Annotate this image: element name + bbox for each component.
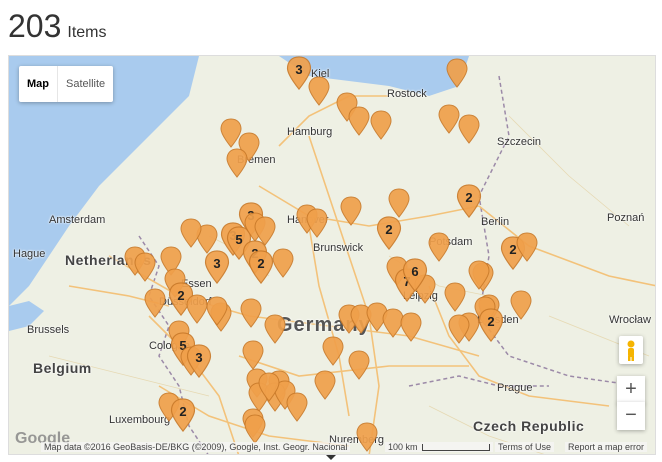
city-label: Hamburg	[287, 126, 333, 138]
map-marker[interactable]	[313, 370, 337, 400]
map-type-satellite-button[interactable]: Satellite	[57, 66, 113, 102]
marker-cluster-count: 2	[487, 314, 495, 329]
terms-of-use-link[interactable]: Terms of Use	[495, 442, 555, 452]
map-marker[interactable]: 3	[186, 344, 212, 378]
items-count-label: Items	[67, 24, 107, 41]
city-label: Amsterdam	[49, 214, 106, 226]
map-marker[interactable]	[143, 288, 167, 318]
map-marker[interactable]: 3	[204, 250, 230, 284]
map-type-control: Map Satellite	[19, 66, 114, 102]
map-marker[interactable]	[225, 148, 249, 178]
map-marker[interactable]	[515, 232, 539, 262]
map-view[interactable]: Kiel Rostock Hamburg Szczecin Bremen Ams…	[8, 55, 656, 455]
marker-cluster-count: 2	[385, 222, 393, 237]
map-marker[interactable]	[285, 392, 309, 422]
city-label: Prague	[497, 382, 533, 394]
map-marker[interactable]	[347, 106, 371, 136]
map-marker[interactable]	[263, 314, 287, 344]
map-marker[interactable]	[179, 218, 203, 248]
map-marker[interactable]	[509, 290, 533, 320]
map-marker[interactable]	[369, 110, 393, 140]
map-marker[interactable]	[133, 252, 157, 282]
scale-bar	[421, 443, 490, 451]
map-marker[interactable]	[347, 350, 371, 380]
marker-cluster-count: 2	[257, 256, 265, 271]
city-label: Poznań	[607, 212, 645, 224]
city-label: Brussels	[27, 324, 70, 336]
city-label: Rostock	[387, 88, 427, 100]
zoom-in-button[interactable]: +	[617, 376, 645, 404]
map-scale: 100 km	[385, 442, 493, 452]
city-label: Szczecin	[497, 136, 542, 148]
city-label: Wrocław	[609, 314, 651, 326]
map-marker[interactable]	[271, 248, 295, 278]
map-marker[interactable]: 2	[170, 398, 196, 432]
map-marker[interactable]	[307, 76, 331, 106]
items-header: 203 Items	[8, 8, 107, 44]
scale-label: 100 km	[388, 442, 418, 452]
marker-cluster-count: 2	[465, 190, 473, 205]
map-marker[interactable]	[399, 312, 423, 342]
country-label: Czech Republic	[473, 418, 585, 434]
map-marker[interactable]	[339, 196, 363, 226]
map-marker[interactable]	[321, 336, 345, 366]
map-marker[interactable]	[467, 260, 491, 290]
map-marker[interactable]	[305, 208, 329, 238]
map-marker[interactable]: 2	[376, 216, 402, 250]
map-marker[interactable]: 2	[478, 308, 504, 342]
map-marker[interactable]	[447, 314, 471, 344]
marker-cluster-count: 6	[411, 264, 419, 279]
map-type-map-button[interactable]: Map	[19, 66, 57, 102]
street-view-pegman-icon[interactable]	[619, 336, 643, 364]
city-label: Berlin	[481, 216, 510, 228]
map-marker[interactable]	[253, 216, 277, 246]
marker-cluster-count: 3	[213, 256, 221, 271]
map-marker[interactable]	[427, 232, 451, 262]
marker-cluster-count: 2	[179, 404, 187, 419]
map-marker[interactable]	[257, 372, 281, 402]
map-marker[interactable]	[443, 282, 467, 312]
items-count: 203	[8, 8, 62, 44]
map-marker[interactable]	[387, 188, 411, 218]
map-footer: Map data ©2016 GeoBasis-DE/BKG (©2009), …	[9, 440, 655, 454]
map-marker[interactable]	[205, 296, 229, 326]
map-marker[interactable]: 2	[248, 250, 274, 284]
city-label: Brunswick	[313, 242, 364, 254]
map-marker[interactable]	[239, 298, 263, 328]
marker-cluster-count: 3	[195, 350, 203, 365]
map-marker[interactable]	[445, 58, 469, 88]
map-marker[interactable]: 6	[402, 258, 428, 292]
expand-caret-icon[interactable]	[326, 455, 336, 460]
map-marker[interactable]	[457, 114, 481, 144]
country-label: Belgium	[33, 360, 92, 376]
map-attribution: Map data ©2016 GeoBasis-DE/BKG (©2009), …	[41, 442, 351, 452]
report-map-error-link[interactable]: Report a map error	[565, 442, 648, 452]
map-marker[interactable]	[241, 340, 265, 370]
city-label: Hague	[13, 248, 46, 260]
marker-cluster-count: 3	[295, 62, 303, 77]
zoom-out-button[interactable]: −	[617, 402, 645, 430]
map-marker[interactable]: 2	[456, 184, 482, 218]
